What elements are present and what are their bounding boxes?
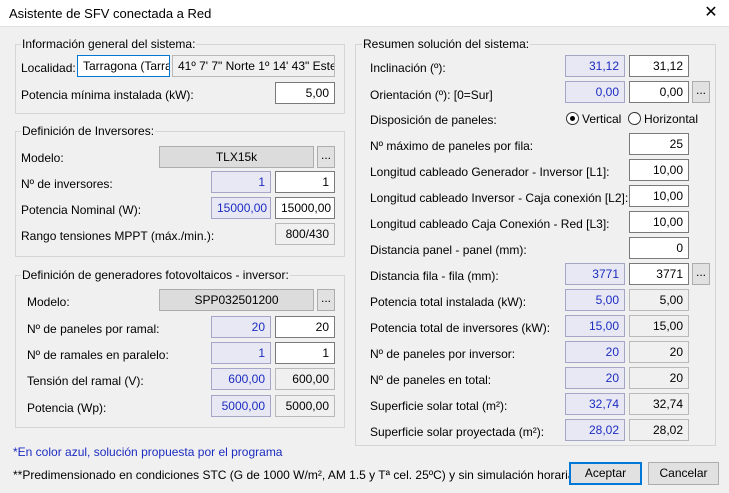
- superficie-total-value: 32,74: [629, 393, 689, 415]
- num-inversores-input[interactable]: 1: [275, 171, 335, 193]
- generadores-title: Definición de generadores fotovoltaicos …: [21, 268, 290, 282]
- max-paneles-label: Nº máximo de paneles por fila:: [370, 139, 534, 153]
- potencia-instalada-suggested: 5,00: [565, 289, 625, 311]
- vertical-radio[interactable]: [566, 112, 579, 125]
- l3-input[interactable]: 10,00: [629, 211, 689, 233]
- paneles-ramal-label: Nº de paneles por ramal:: [27, 322, 160, 336]
- inversores-title: Definición de Inversores:: [21, 124, 156, 138]
- distancia-fila-browse-button[interactable]: ...: [692, 263, 710, 285]
- potencia-instalada-value: 5,00: [629, 289, 689, 311]
- l1-input[interactable]: 10,00: [629, 159, 689, 181]
- num-inversores-suggested: 1: [211, 171, 271, 193]
- potencia-wp-suggested: 5000,00: [211, 395, 271, 417]
- orientacion-browse-button[interactable]: ...: [692, 81, 710, 103]
- potencia-minima-label: Potencia mínima instalada (kW):: [21, 88, 194, 102]
- max-paneles-input[interactable]: 25: [629, 133, 689, 155]
- superficie-total-suggested: 32,74: [565, 393, 625, 415]
- potencia-nominal-input[interactable]: 15000,00: [275, 197, 335, 219]
- l2-input[interactable]: 10,00: [629, 185, 689, 207]
- inclinacion-label: Inclinación (º):: [370, 61, 446, 75]
- cancel-button[interactable]: Cancelar: [648, 462, 719, 485]
- potencia-minima-input[interactable]: 5,00: [275, 82, 335, 104]
- ramales-paralelo-suggested: 1: [211, 342, 271, 364]
- orientacion-suggested: 0,00: [565, 81, 625, 103]
- modelo-inversor-select[interactable]: TLX15k: [159, 146, 314, 168]
- l3-label: Longitud cableado Caja Conexión - Red [L…: [370, 217, 610, 231]
- paneles-total-value: 20: [629, 367, 689, 389]
- l1-label: Longitud cableado Generador - Inversor […: [370, 165, 610, 179]
- inclinacion-input[interactable]: 31,12: [629, 55, 689, 77]
- potencia-wp-label: Potencia (Wp):: [27, 401, 107, 415]
- tension-ramal-suggested: 600,00: [211, 368, 271, 390]
- distancia-fila-label: Distancia fila - fila (mm):: [370, 269, 499, 283]
- ramales-paralelo-input[interactable]: 1: [275, 342, 335, 364]
- potencia-inversores-value: 15,00: [629, 315, 689, 337]
- potencia-instalada-label: Potencia total instalada (kW):: [370, 295, 527, 309]
- num-inversores-label: Nº de inversores:: [21, 177, 113, 191]
- rango-mppt-label: Rango tensiones MPPT (máx./min.):: [21, 229, 215, 243]
- stc-note: **Predimensionado en condiciones STC (G …: [13, 468, 575, 482]
- inclinacion-suggested: 31,12: [565, 55, 625, 77]
- orientacion-input[interactable]: 0,00: [629, 81, 689, 103]
- tension-ramal-label: Tensión del ramal (V):: [27, 374, 144, 388]
- superficie-proyectada-suggested: 28,02: [565, 419, 625, 441]
- horizontal-radio[interactable]: [628, 112, 641, 125]
- paneles-inversor-suggested: 20: [565, 341, 625, 363]
- superficie-proyectada-value: 28,02: [629, 419, 689, 441]
- orientacion-label: Orientación (º): [0=Sur]: [370, 88, 493, 102]
- potencia-inversores-label: Potencia total de inversores (kW):: [370, 321, 551, 335]
- resumen-title: Resumen solución del sistema:: [362, 37, 531, 51]
- vertical-radio-label[interactable]: Vertical: [582, 112, 621, 126]
- modelo-panel-browse-button[interactable]: ...: [317, 289, 335, 311]
- distancia-panel-input[interactable]: 0: [629, 237, 689, 259]
- paneles-inversor-label: Nº de paneles por inversor:: [370, 347, 516, 361]
- disposicion-label: Disposición de paneles:: [370, 113, 497, 127]
- paneles-ramal-input[interactable]: 20: [275, 316, 335, 338]
- distancia-fila-suggested: 3771: [565, 263, 625, 285]
- info-general-title: Información general del sistema:: [21, 37, 197, 51]
- distancia-panel-label: Distancia panel - panel (mm):: [370, 243, 527, 257]
- modelo-inversor-label: Modelo:: [21, 151, 64, 165]
- title-bar: Asistente de SFV conectada a Red ✕: [0, 0, 729, 27]
- modelo-panel-label: Modelo:: [27, 295, 70, 309]
- paneles-total-suggested: 20: [565, 367, 625, 389]
- l2-label: Longitud cableado Inversor - Caja conexi…: [370, 191, 629, 205]
- modelo-panel-select[interactable]: SPP032501200: [159, 289, 314, 311]
- window-title: Asistente de SFV conectada a Red: [9, 6, 212, 21]
- modelo-inversor-browse-button[interactable]: ...: [317, 146, 335, 168]
- potencia-wp-value: 5000,00: [275, 395, 335, 417]
- ramales-paralelo-label: Nº de ramales en paralelo:: [27, 348, 169, 362]
- localidad-field[interactable]: Tarragona (Tarrag: [77, 55, 170, 77]
- paneles-inversor-value: 20: [629, 341, 689, 363]
- accept-button[interactable]: Aceptar: [569, 462, 642, 485]
- coordenadas-field: 41º 7' 7" Norte 1º 14' 43" Este: [172, 55, 335, 77]
- distancia-fila-input[interactable]: 3771: [629, 263, 689, 285]
- horizontal-radio-label[interactable]: Horizontal: [644, 112, 698, 126]
- potencia-nominal-label: Potencia Nominal (W):: [21, 203, 142, 217]
- superficie-proyectada-label: Superficie solar proyectada (m²):: [370, 425, 545, 439]
- potencia-nominal-suggested: 15000,00: [211, 197, 271, 219]
- paneles-ramal-suggested: 20: [211, 316, 271, 338]
- potencia-inversores-suggested: 15,00: [565, 315, 625, 337]
- paneles-total-label: Nº de paneles en total:: [370, 373, 492, 387]
- localidad-label: Localidad:: [21, 61, 76, 75]
- suggested-color-note: *En color azul, solución propuesta por e…: [13, 445, 283, 459]
- superficie-total-label: Superficie solar total (m²):: [370, 399, 508, 413]
- tension-ramal-value: 600,00: [275, 368, 335, 390]
- rango-mppt-value: 800/430: [275, 223, 335, 245]
- close-icon[interactable]: ✕: [693, 0, 729, 27]
